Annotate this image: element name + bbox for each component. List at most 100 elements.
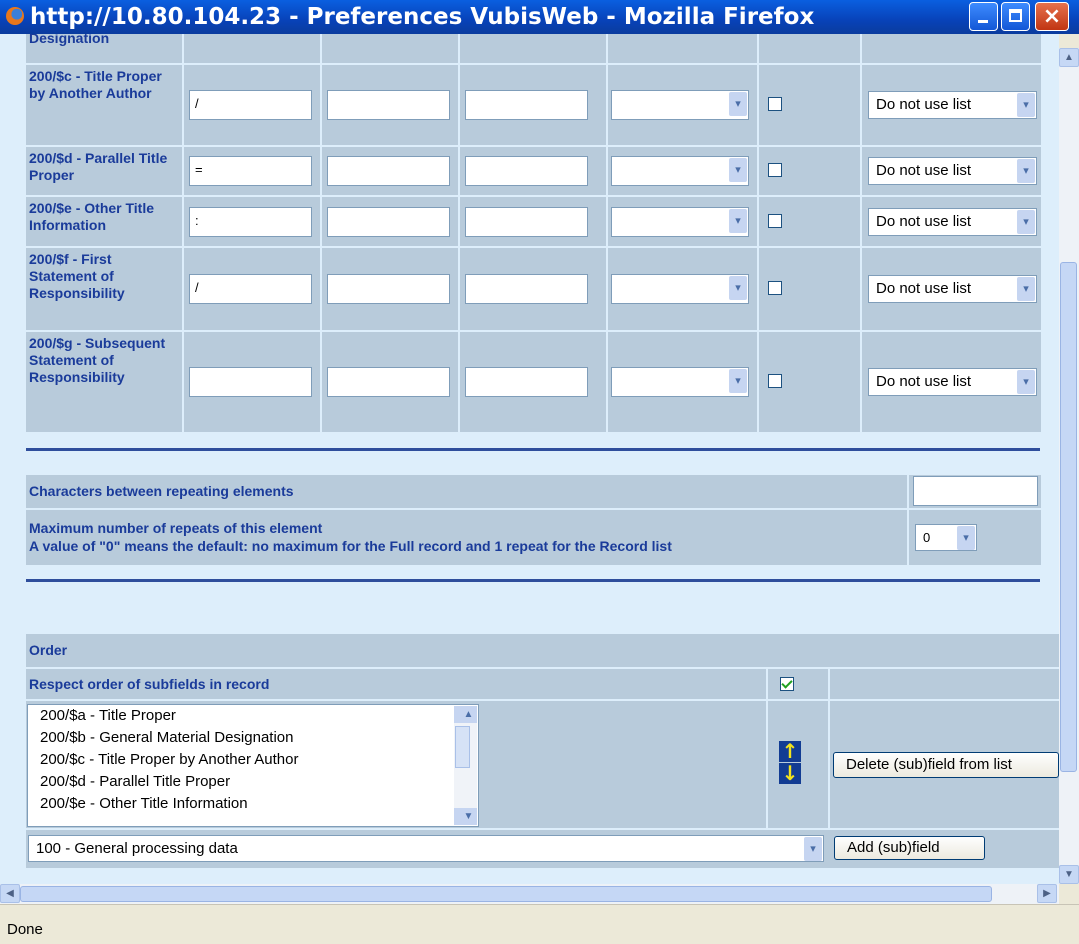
scroll-up-icon[interactable]: ▲ bbox=[1059, 48, 1079, 67]
chevron-down-icon: ▾ bbox=[1017, 370, 1035, 394]
max-repeats-hint: A value of "0" means the default: no max… bbox=[29, 538, 672, 554]
list-item[interactable]: 200/$e - Other Title Information bbox=[34, 793, 478, 815]
scroll-up-icon[interactable]: ▲ bbox=[454, 706, 477, 723]
style-select[interactable]: ▾ bbox=[611, 90, 749, 120]
suffix-input[interactable] bbox=[327, 90, 450, 120]
max-repeats-value: 0 bbox=[923, 530, 931, 545]
subfield-checkbox[interactable] bbox=[768, 97, 782, 111]
respect-order-checkbox[interactable] bbox=[780, 677, 794, 691]
page-vertical-scrollbar[interactable]: ▲ ▼ bbox=[1059, 48, 1079, 884]
list-option-select[interactable]: Do not use list ▾ bbox=[868, 157, 1037, 185]
prefix-input[interactable]: / bbox=[189, 90, 312, 120]
minimize-button[interactable] bbox=[969, 2, 998, 31]
scroll-down-icon[interactable]: ▼ bbox=[454, 808, 477, 825]
prefix-input[interactable]: = bbox=[189, 156, 312, 186]
separator-input[interactable] bbox=[465, 367, 588, 397]
scrollbar-corner bbox=[1059, 884, 1079, 904]
list-option-value: Do not use list bbox=[876, 373, 972, 390]
max-repeats-label: Maximum number of repeats of this elemen… bbox=[29, 520, 323, 536]
subfield-label: 200/$f - First Statement of Responsibili… bbox=[29, 251, 125, 301]
status-text: Done bbox=[7, 921, 43, 938]
page-horizontal-scrollbar[interactable]: ◀ ▶ bbox=[0, 884, 1059, 904]
subfield-label: 200/$d - Parallel Title Proper bbox=[29, 150, 168, 183]
prefix-input[interactable]: : bbox=[189, 206, 312, 237]
listbox-scroll-thumb[interactable] bbox=[455, 726, 470, 768]
list-option-select[interactable]: Do not use list ▾ bbox=[868, 275, 1037, 303]
prefix-input[interactable]: / bbox=[189, 274, 312, 304]
scroll-left-icon[interactable]: ◀ bbox=[0, 884, 20, 903]
max-select-cell: 0 ▾ bbox=[909, 510, 1041, 565]
subfield-label-partial: Designation bbox=[29, 34, 110, 46]
subfield-checkbox[interactable] bbox=[768, 163, 782, 177]
subfield-label: 200/$g - Subsequent Statement of Respons… bbox=[29, 335, 166, 385]
list-option-select[interactable]: Do not use list ▾ bbox=[868, 207, 1037, 236]
separator-input[interactable] bbox=[465, 156, 588, 186]
horizontal-scroll-thumb[interactable] bbox=[20, 886, 992, 902]
add-subfield-select[interactable]: 100 - General processing data ▾ bbox=[28, 835, 824, 862]
subfield-checkbox[interactable] bbox=[768, 281, 782, 295]
max-repeats-select[interactable]: 0 ▾ bbox=[915, 524, 977, 551]
list-option-value: Do not use list bbox=[876, 162, 972, 179]
page-scroll-thumb[interactable] bbox=[1060, 262, 1077, 772]
chars-input-cell bbox=[909, 475, 1041, 508]
cell bbox=[759, 34, 860, 63]
style-select[interactable]: ▾ bbox=[611, 274, 749, 304]
separator-input[interactable] bbox=[465, 274, 588, 304]
chevron-down-icon: ▾ bbox=[957, 526, 975, 550]
chars-between-input[interactable] bbox=[913, 476, 1038, 506]
style-select[interactable]: ▾ bbox=[611, 156, 749, 186]
move-up-icon[interactable]: ↑ bbox=[779, 741, 801, 762]
prefix-input[interactable] bbox=[189, 367, 312, 397]
suffix-input[interactable] bbox=[327, 206, 450, 237]
cell bbox=[608, 34, 757, 63]
separator-input[interactable] bbox=[465, 90, 588, 120]
suffix-input[interactable] bbox=[327, 274, 450, 304]
move-down-icon[interactable]: ↓ bbox=[779, 763, 801, 784]
chevron-down-icon: ▾ bbox=[729, 369, 747, 393]
page-viewport: Designation 200/$c - Title Proper by Ano… bbox=[0, 34, 1059, 884]
section-divider bbox=[26, 579, 1040, 582]
chevron-down-icon: ▾ bbox=[729, 92, 747, 116]
list-option-select[interactable]: Do not use list ▾ bbox=[868, 368, 1037, 396]
list-item[interactable]: 200/$b - General Material Designation bbox=[34, 727, 478, 749]
separator-input[interactable] bbox=[465, 206, 588, 237]
cell bbox=[460, 34, 606, 63]
chevron-down-icon: ▾ bbox=[729, 158, 747, 182]
listbox-scrollbar[interactable]: ▲ ▼ bbox=[454, 706, 477, 825]
subfield-label: 200/$e - Other Title Information bbox=[29, 200, 155, 233]
order-header-cell: Order bbox=[26, 634, 1059, 667]
respect-label-cell: Respect order of subfields in record bbox=[26, 669, 766, 699]
list-option-select[interactable]: Do not use list ▾ bbox=[868, 91, 1037, 119]
scroll-down-icon[interactable]: ▼ bbox=[1059, 865, 1079, 884]
delete-subfield-button[interactable]: Delete (sub)field from list bbox=[833, 752, 1059, 778]
scroll-right-icon[interactable]: ▶ bbox=[1037, 884, 1057, 903]
list-item[interactable]: 200/$d - Parallel Title Proper bbox=[34, 771, 478, 793]
label-cell: Designation bbox=[26, 34, 182, 63]
style-select[interactable]: ▾ bbox=[611, 367, 749, 397]
cell bbox=[862, 34, 1041, 63]
order-listbox[interactable]: 200/$a - Title Proper 200/$b - General Ma… bbox=[27, 704, 479, 827]
subfield-checkbox[interactable] bbox=[768, 213, 782, 228]
style-select[interactable]: ▾ bbox=[611, 206, 749, 237]
list-item[interactable]: 200/$c - Title Proper by Another Author bbox=[34, 749, 478, 771]
chevron-down-icon: ▾ bbox=[729, 276, 747, 300]
add-subfield-button[interactable]: Add (sub)field bbox=[834, 836, 985, 860]
subfield-checkbox[interactable] bbox=[768, 374, 782, 388]
firefox-logo-icon bbox=[6, 7, 24, 25]
suffix-input[interactable] bbox=[327, 156, 450, 186]
close-button[interactable]: × bbox=[1035, 2, 1069, 31]
chevron-down-icon: ▾ bbox=[1017, 277, 1035, 301]
delete-button-cell: Delete (sub)field from list bbox=[830, 701, 1059, 828]
add-row-cell: 100 - General processing data ▾ Add (sub… bbox=[26, 830, 1059, 868]
maximize-button[interactable] bbox=[1001, 2, 1030, 31]
cell bbox=[184, 34, 320, 63]
list-option-value: Do not use list bbox=[876, 280, 972, 297]
respect-checkbox-cell bbox=[768, 669, 828, 699]
suffix-input[interactable] bbox=[327, 367, 450, 397]
section-divider bbox=[26, 448, 1040, 451]
respect-order-label: Respect order of subfields in record bbox=[29, 676, 270, 692]
window-title-bar[interactable]: http://10.80.104.23 - Preferences VubisW… bbox=[0, 0, 1079, 34]
move-buttons-cell: ↑ ↓ bbox=[768, 701, 828, 828]
order-items: 200/$a - Title Proper 200/$b - General Ma… bbox=[28, 705, 478, 815]
list-item[interactable]: 200/$a - Title Proper bbox=[34, 705, 478, 727]
